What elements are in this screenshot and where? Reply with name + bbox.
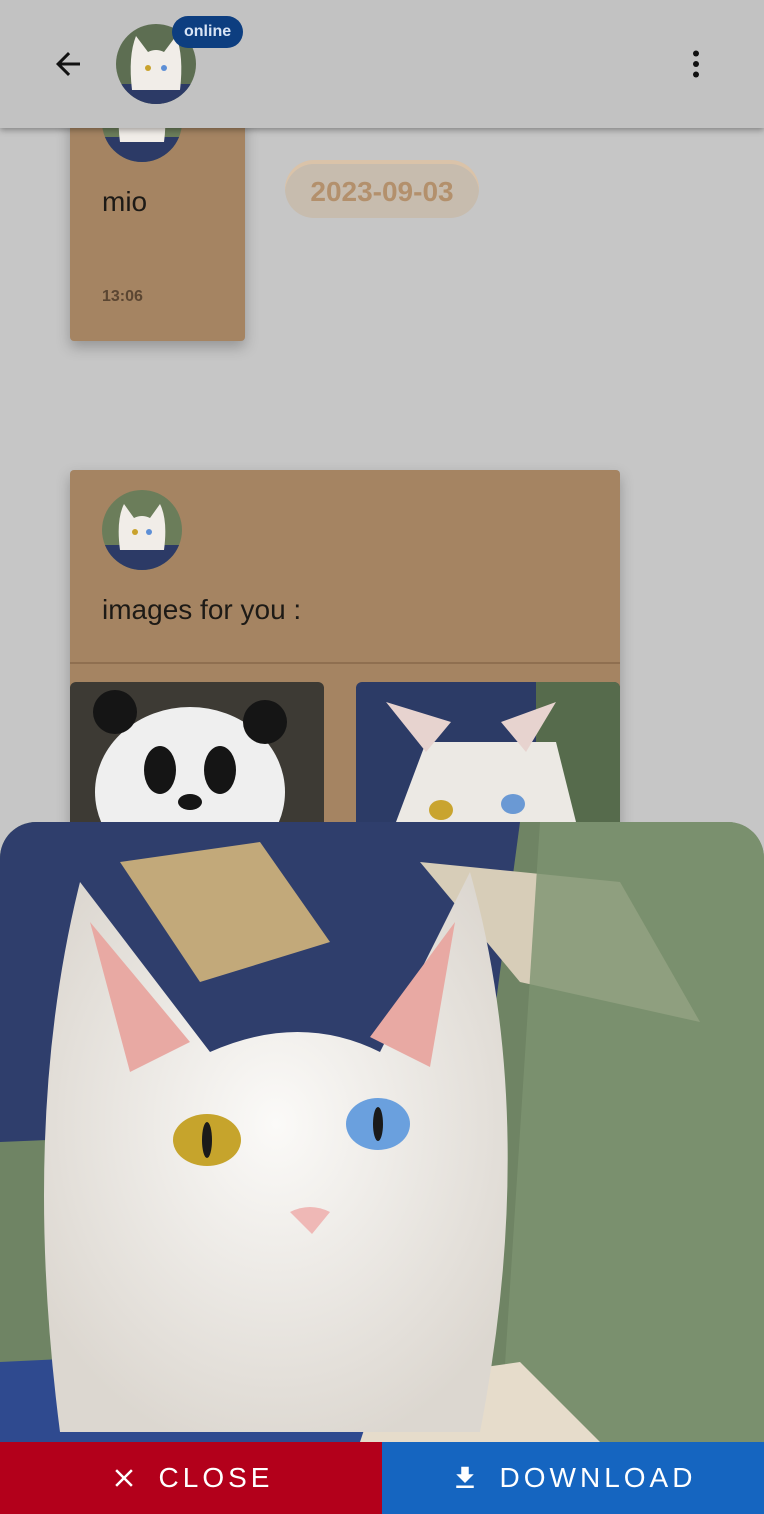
close-button[interactable]: CLOSE [0,1442,382,1514]
download-button[interactable]: DOWNLOAD [382,1442,764,1514]
download-button-label: DOWNLOAD [499,1462,697,1493]
message-card-1[interactable]: mio 13:06 [70,82,245,341]
back-button[interactable] [44,40,92,88]
message-text: images for you : [102,594,302,625]
image-thumbnail-cat[interactable] [356,682,620,822]
image-thumbnail-panda[interactable] [70,682,324,822]
app-bar: online [0,0,764,128]
download-icon [455,1466,474,1488]
sender-avatar[interactable] [102,490,182,570]
close-button-label: CLOSE [158,1462,274,1493]
more-vert-icon [693,50,699,78]
message-text: mio [102,186,148,217]
more-options-button[interactable] [672,40,720,88]
close-icon [114,1469,133,1487]
card-divider [70,662,620,664]
arrow-back-icon [56,52,80,76]
date-separator-chip: 2023-09-03 [285,160,479,218]
status-badge: online [172,16,244,48]
full-size-cat-image[interactable] [0,822,764,1442]
image-viewer [0,822,764,1442]
message-timestamp: 13:06 [102,288,143,305]
